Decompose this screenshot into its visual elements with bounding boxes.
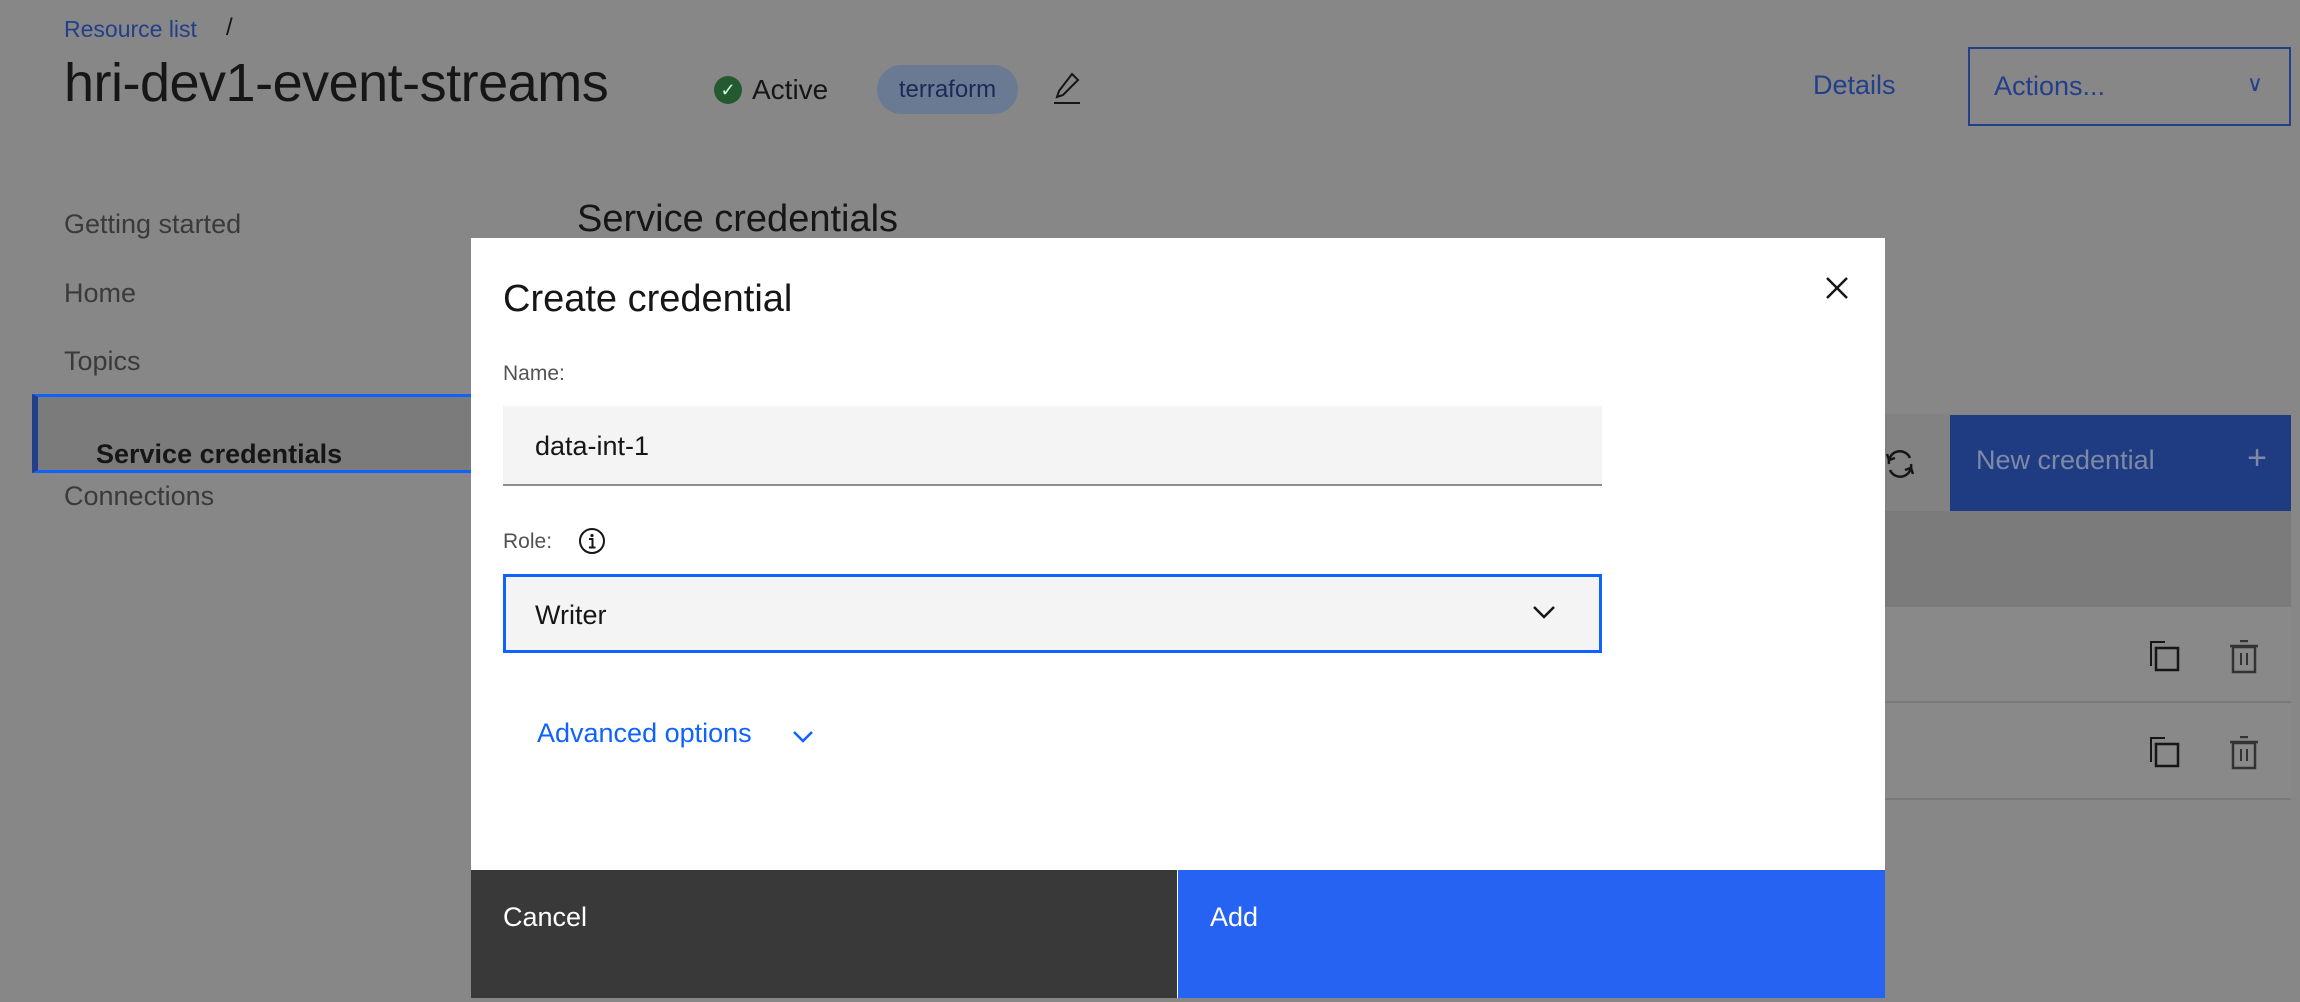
trash-icon[interactable] bbox=[2228, 640, 2260, 674]
advanced-options-toggle[interactable]: Advanced options bbox=[537, 718, 752, 749]
checkmark-circle-icon: ✓ bbox=[714, 76, 742, 104]
name-label: Name: bbox=[503, 362, 565, 385]
breadcrumb-resource-list[interactable]: Resource list bbox=[64, 16, 197, 43]
chevron-down-icon: ∨ bbox=[2246, 71, 2263, 96]
tag-terraform[interactable]: terraform bbox=[877, 65, 1018, 114]
sidebar-item-getting-started[interactable]: Getting started bbox=[0, 190, 470, 258]
chevron-down-icon bbox=[1533, 606, 1555, 619]
details-link[interactable]: Details bbox=[1813, 70, 1896, 101]
trash-icon[interactable] bbox=[2228, 736, 2260, 770]
actions-dropdown[interactable]: Actions... ∨ bbox=[1968, 47, 2291, 126]
plus-icon: + bbox=[2247, 439, 2267, 477]
page-title: hri-dev1-event-streams bbox=[64, 53, 609, 113]
close-icon[interactable] bbox=[1821, 272, 1853, 304]
create-credential-modal: Create credential Name: data-int-1 Role:… bbox=[471, 238, 1885, 998]
modal-title: Create credential bbox=[503, 278, 793, 320]
sidebar-item-topics[interactable]: Topics bbox=[0, 327, 470, 395]
role-label: Role: bbox=[503, 530, 553, 553]
breadcrumb-separator: / bbox=[226, 14, 233, 41]
copy-icon[interactable] bbox=[2149, 640, 2181, 674]
sidebar-item-home[interactable]: Home bbox=[0, 259, 470, 327]
cancel-button[interactable]: Cancel bbox=[471, 870, 1177, 998]
status-badge: Active bbox=[752, 74, 829, 105]
actions-label: Actions... bbox=[1994, 71, 2106, 101]
role-value: Writer bbox=[535, 600, 607, 630]
copy-icon[interactable] bbox=[2149, 736, 2181, 770]
refresh-icon[interactable] bbox=[1882, 446, 1918, 482]
info-icon[interactable] bbox=[578, 527, 606, 555]
add-button[interactable]: Add bbox=[1178, 870, 1885, 998]
edit-pencil-icon[interactable] bbox=[1052, 70, 1082, 106]
chevron-down-icon[interactable] bbox=[791, 724, 815, 748]
role-select[interactable]: Writer bbox=[503, 574, 1602, 653]
sidebar-item-connections[interactable]: Connections bbox=[0, 462, 470, 530]
name-input[interactable]: data-int-1 bbox=[503, 406, 1602, 486]
section-title: Service credentials bbox=[577, 198, 899, 240]
new-credential-label: New credential bbox=[1976, 445, 2155, 475]
new-credential-button[interactable]: New credential + bbox=[1950, 415, 2291, 511]
